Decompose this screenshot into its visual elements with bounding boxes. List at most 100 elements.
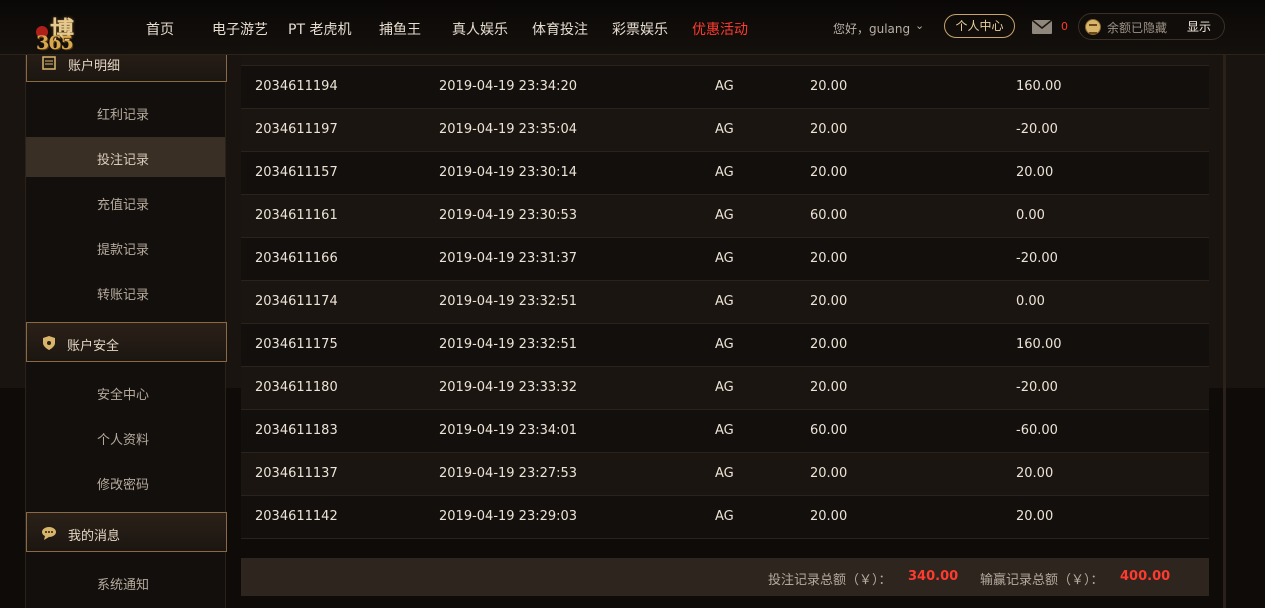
sidebar-item-deposit-records[interactable]: 充值记录 xyxy=(26,182,225,222)
win-loss-cell: -20.00 xyxy=(1016,251,1058,266)
site-logo[interactable]: 博 365 xyxy=(28,4,118,56)
sidebar-item-label: 充值记录 xyxy=(97,198,150,213)
sidebar-item-bonus-records[interactable]: 红利记录 xyxy=(26,92,225,132)
ledger-icon xyxy=(42,56,56,70)
mail-icon[interactable] xyxy=(1032,20,1052,34)
user-center-button[interactable]: 个人中心 xyxy=(944,14,1015,38)
sidebar-item-security-center[interactable]: 安全中心 xyxy=(26,372,225,412)
account-sidebar: 账户明细 红利记录 投注记录 充值记录 提款记录 转账记录 账户安全 安全中心 … xyxy=(25,40,227,608)
order-id-cell: 2034611197 xyxy=(255,122,338,137)
bet-total-value: 340.00 xyxy=(908,569,959,584)
platform-cell: AG xyxy=(715,251,734,266)
nav-lottery[interactable]: 彩票娱乐 xyxy=(612,19,668,39)
sidebar-section-label: 我的消息 xyxy=(68,529,121,544)
sidebar-item-label: 修改密码 xyxy=(97,478,150,493)
nav-promotions[interactable]: 优惠活动 xyxy=(692,19,748,39)
sidebar-section-label: 账户明细 xyxy=(68,59,121,74)
sidebar-item-label: 投注记录 xyxy=(97,153,150,168)
bet-time-cell: 2019-04-19 23:34:01 xyxy=(439,423,578,438)
win-loss-cell: -60.00 xyxy=(1016,423,1058,438)
bet-time-cell: 2019-04-19 23:31:37 xyxy=(439,251,578,266)
table-row: 2034611180 2019-04-19 23:33:32 AG 20.00 -20.… xyxy=(241,367,1209,410)
win-loss-cell: -20.00 xyxy=(1016,380,1058,395)
nav-pt-slots[interactable]: PT 老虎机 xyxy=(288,19,351,39)
nav-egames[interactable]: 电子游艺 xyxy=(212,19,268,39)
greeting-text[interactable]: 您好，gulang xyxy=(833,20,910,37)
table-row: 2034611174 2019-04-19 23:32:51 AG 20.00 0.00 xyxy=(241,281,1209,324)
order-id-cell: 2034611180 xyxy=(255,380,338,395)
sidebar-section-label: 账户安全 xyxy=(67,339,120,354)
bet-amount-cell: 20.00 xyxy=(810,337,848,352)
platform-cell: AG xyxy=(715,509,734,524)
platform-cell: AG xyxy=(715,122,734,137)
sidebar-item-bet-records[interactable]: 投注记录 xyxy=(26,137,225,177)
sidebar-item-label: 系统通知 xyxy=(97,578,150,593)
win-loss-cell: 0.00 xyxy=(1016,294,1045,309)
order-id-cell: 2034611142 xyxy=(255,509,338,524)
table-row: 2034611175 2019-04-19 23:32:51 AG 20.00 160.… xyxy=(241,324,1209,367)
bet-amount-cell: 20.00 xyxy=(810,466,848,481)
bet-amount-cell: 60.00 xyxy=(810,423,848,438)
order-id-cell: 2034611175 xyxy=(255,337,338,352)
platform-cell: AG xyxy=(715,208,734,223)
win-loss-cell: 20.00 xyxy=(1016,466,1054,481)
coin-icon xyxy=(1085,19,1101,35)
bet-amount-cell: 60.00 xyxy=(810,208,848,223)
bet-amount-cell: 20.00 xyxy=(810,165,848,180)
table-row: 2034611157 2019-04-19 23:30:14 AG 20.00 20.0… xyxy=(241,152,1209,195)
bet-time-cell: 2019-04-19 23:33:32 xyxy=(439,380,578,395)
order-id-cell: 2034611174 xyxy=(255,294,338,309)
bet-amount-cell: 20.00 xyxy=(810,294,848,309)
platform-cell: AG xyxy=(715,380,734,395)
table-row: 2034611137 2019-04-19 23:27:53 AG 20.00 20.0… xyxy=(241,453,1209,496)
sidebar-item-label: 个人资料 xyxy=(97,433,150,448)
sidebar-item-transfer-records[interactable]: 转账记录 xyxy=(26,272,225,312)
table-row: 2034611197 2019-04-19 23:35:04 AG 20.00 -20.… xyxy=(241,109,1209,152)
table-row: 2034611142 2019-04-19 23:29:03 AG 20.00 20.0… xyxy=(241,496,1209,539)
records-summary-bar: 投注记录总额（￥）： 340.00 输赢记录总额（￥）： 400.00 xyxy=(241,558,1209,596)
platform-cell: AG xyxy=(715,466,734,481)
nav-sports[interactable]: 体育投注 xyxy=(532,19,588,39)
balance-hidden-text: 余额已隐藏 xyxy=(1107,21,1168,35)
win-loss-cell: 0.00 xyxy=(1016,208,1045,223)
sidebar-item-profile[interactable]: 个人资料 xyxy=(26,417,225,457)
bet-amount-cell: 20.00 xyxy=(810,79,848,94)
table-row: 2034611161 2019-04-19 23:30:53 AG 60.00 0.00 xyxy=(241,195,1209,238)
sidebar-section-account-security[interactable]: 账户安全 xyxy=(26,322,227,362)
nav-live-casino[interactable]: 真人娱乐 xyxy=(452,19,508,39)
mail-count-badge: 0 xyxy=(1061,20,1068,33)
sidebar-item-label: 红利记录 xyxy=(97,108,150,123)
sidebar-item-withdraw-records[interactable]: 提款记录 xyxy=(26,227,225,267)
bet-amount-cell: 20.00 xyxy=(810,122,848,137)
bet-time-cell: 2019-04-19 23:27:53 xyxy=(439,466,578,481)
bet-amount-cell: 20.00 xyxy=(810,251,848,266)
balance-box: 余额已隐藏 显示 xyxy=(1078,13,1225,40)
show-balance-button[interactable]: 显示 xyxy=(1187,18,1211,35)
sidebar-item-label: 提款记录 xyxy=(97,243,150,258)
win-total-label: 输赢记录总额（￥）： xyxy=(980,573,1104,588)
bet-time-cell: 2019-04-19 23:30:14 xyxy=(439,165,578,180)
sidebar-item-change-password[interactable]: 修改密码 xyxy=(26,462,225,502)
nav-fishing[interactable]: 捕鱼王 xyxy=(379,19,421,39)
top-header: 博 365 首页 电子游艺 PT 老虎机 捕鱼王 真人娱乐 体育投注 彩票娱乐 … xyxy=(0,0,1265,55)
win-loss-cell: 20.00 xyxy=(1016,165,1054,180)
bet-amount-cell: 20.00 xyxy=(810,509,848,524)
win-loss-cell: 160.00 xyxy=(1016,79,1062,94)
table-row: 2034611183 2019-04-19 23:34:01 AG 60.00 -60.… xyxy=(241,410,1209,453)
bet-time-cell: 2019-04-19 23:30:53 xyxy=(439,208,578,223)
platform-cell: AG xyxy=(715,337,734,352)
platform-cell: AG xyxy=(715,165,734,180)
table-row: 2034611194 2019-04-19 23:34:20 AG 20.00 160.… xyxy=(241,66,1209,109)
order-id-cell: 2034611157 xyxy=(255,165,338,180)
sidebar-item-system-notices[interactable]: 系统通知 xyxy=(26,562,225,602)
bet-time-cell: 2019-04-19 23:29:03 xyxy=(439,509,578,524)
sidebar-section-my-messages[interactable]: 我的消息 xyxy=(26,512,227,552)
bet-total-label: 投注记录总额（￥）： xyxy=(768,573,892,588)
order-id-cell: 2034611161 xyxy=(255,208,338,223)
chevron-down-icon[interactable]: ⌄ xyxy=(915,19,924,32)
table-row: 2034611166 2019-04-19 23:31:37 AG 20.00 -20.… xyxy=(241,238,1209,281)
scrollbar-track[interactable] xyxy=(1223,55,1226,608)
bet-time-cell: 2019-04-19 23:34:20 xyxy=(439,79,578,94)
nav-home[interactable]: 首页 xyxy=(146,19,174,39)
bet-time-cell: 2019-04-19 23:32:51 xyxy=(439,337,578,352)
